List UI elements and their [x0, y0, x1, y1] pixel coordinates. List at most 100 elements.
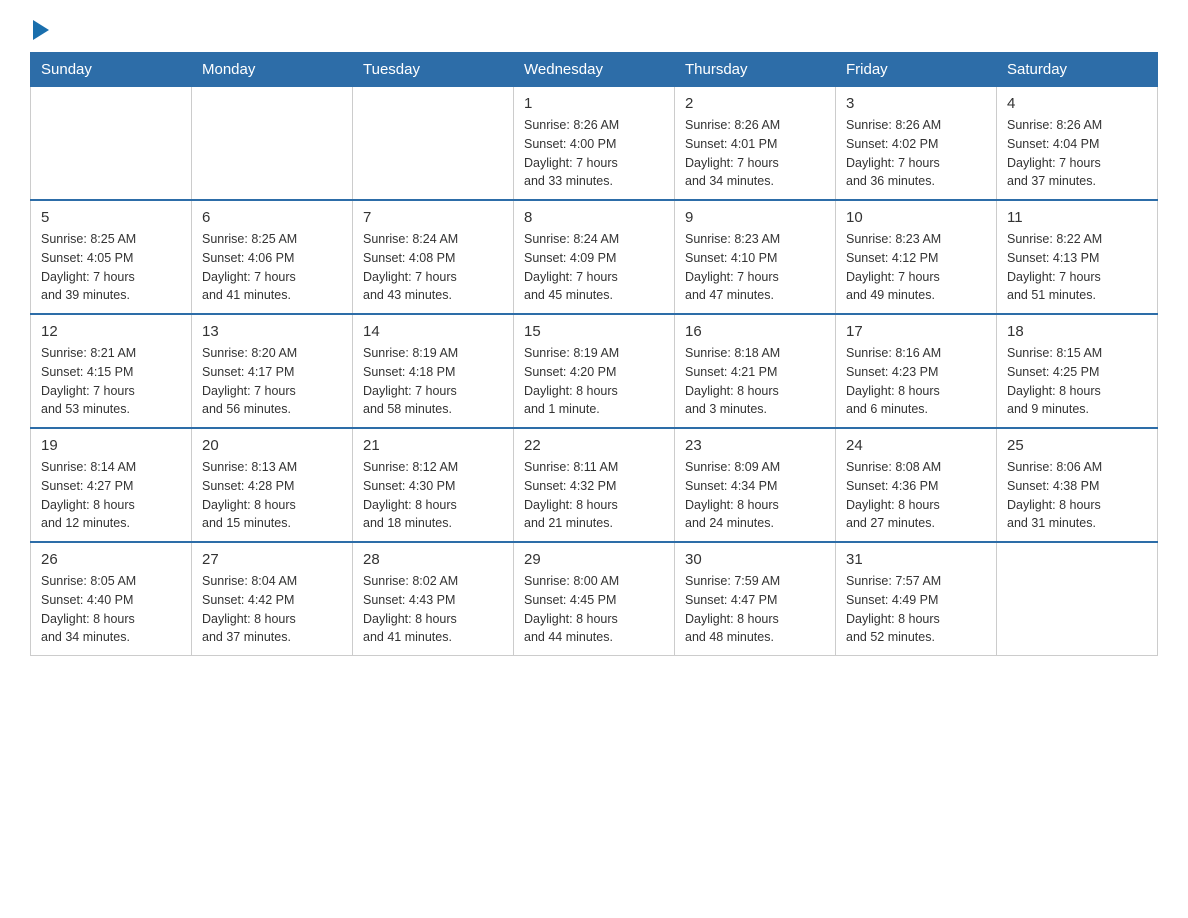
day-number: 21 [363, 437, 503, 454]
day-info: Sunrise: 8:21 AM Sunset: 4:15 PM Dayligh… [41, 344, 181, 419]
calendar-cell: 7 Sunrise: 8:24 AM Sunset: 4:08 PM Daylig… [353, 200, 514, 314]
calendar-cell: 10Sunrise: 8:23 AM Sunset: 4:12 PM Dayli… [836, 200, 997, 314]
day-info: Sunrise: 8:25 AM Sunset: 4:06 PM Dayligh… [202, 230, 342, 305]
calendar-cell: 5 Sunrise: 8:25 AM Sunset: 4:05 PM Daylig… [31, 200, 192, 314]
day-number: 14 [363, 323, 503, 340]
calendar-cell: 13 Sunrise: 8:20 AM Sunset: 4:17 PM Dayli… [192, 314, 353, 428]
calendar-week-1: 1 Sunrise: 8:26 AM Sunset: 4:00 PM Daylig… [31, 87, 1158, 201]
day-number: 9 [685, 209, 825, 226]
day-number: 15 [524, 323, 664, 340]
header-monday: Monday [192, 53, 353, 87]
calendar-cell: 21 Sunrise: 8:12 AM Sunset: 4:30 PM Dayli… [353, 428, 514, 542]
calendar-cell: 19 Sunrise: 8:14 AM Sunset: 4:27 PM Dayli… [31, 428, 192, 542]
day-info: Sunrise: 8:15 AM Sunset: 4:25 PM Dayligh… [1007, 344, 1147, 419]
calendar-cell: 16Sunrise: 8:18 AM Sunset: 4:21 PM Dayli… [675, 314, 836, 428]
day-info: Sunrise: 8:08 AM Sunset: 4:36 PM Dayligh… [846, 458, 986, 533]
calendar-cell: 14 Sunrise: 8:19 AM Sunset: 4:18 PM Dayli… [353, 314, 514, 428]
day-number: 11 [1007, 209, 1147, 226]
calendar-week-5: 26 Sunrise: 8:05 AM Sunset: 4:40 PM Dayli… [31, 542, 1158, 656]
day-info: Sunrise: 8:24 AM Sunset: 4:08 PM Dayligh… [363, 230, 503, 305]
day-info: Sunrise: 7:59 AM Sunset: 4:47 PM Dayligh… [685, 572, 825, 647]
calendar-table: SundayMondayTuesdayWednesdayThursdayFrid… [30, 52, 1158, 656]
calendar-cell: 8 Sunrise: 8:24 AM Sunset: 4:09 PM Daylig… [514, 200, 675, 314]
logo-triangle-icon [33, 20, 49, 40]
day-number: 18 [1007, 323, 1147, 340]
day-number: 12 [41, 323, 181, 340]
day-info: Sunrise: 8:25 AM Sunset: 4:05 PM Dayligh… [41, 230, 181, 305]
day-number: 1 [524, 95, 664, 112]
day-number: 5 [41, 209, 181, 226]
calendar-cell: 20 Sunrise: 8:13 AM Sunset: 4:28 PM Dayli… [192, 428, 353, 542]
calendar-cell: 12 Sunrise: 8:21 AM Sunset: 4:15 PM Dayli… [31, 314, 192, 428]
day-number: 28 [363, 551, 503, 568]
calendar-cell [192, 87, 353, 201]
day-number: 17 [846, 323, 986, 340]
day-info: Sunrise: 8:26 AM Sunset: 4:01 PM Dayligh… [685, 116, 825, 191]
day-info: Sunrise: 8:06 AM Sunset: 4:38 PM Dayligh… [1007, 458, 1147, 533]
day-number: 24 [846, 437, 986, 454]
day-number: 19 [41, 437, 181, 454]
day-info: Sunrise: 8:14 AM Sunset: 4:27 PM Dayligh… [41, 458, 181, 533]
header-thursday: Thursday [675, 53, 836, 87]
day-info: Sunrise: 8:13 AM Sunset: 4:28 PM Dayligh… [202, 458, 342, 533]
day-number: 31 [846, 551, 986, 568]
calendar-cell: 1 Sunrise: 8:26 AM Sunset: 4:00 PM Daylig… [514, 87, 675, 201]
calendar-header-row: SundayMondayTuesdayWednesdayThursdayFrid… [31, 53, 1158, 87]
day-info: Sunrise: 8:02 AM Sunset: 4:43 PM Dayligh… [363, 572, 503, 647]
calendar-cell: 30 Sunrise: 7:59 AM Sunset: 4:47 PM Dayli… [675, 542, 836, 656]
calendar-cell: 22 Sunrise: 8:11 AM Sunset: 4:32 PM Dayli… [514, 428, 675, 542]
day-info: Sunrise: 8:09 AM Sunset: 4:34 PM Dayligh… [685, 458, 825, 533]
day-info: Sunrise: 8:19 AM Sunset: 4:18 PM Dayligh… [363, 344, 503, 419]
calendar-week-2: 5 Sunrise: 8:25 AM Sunset: 4:05 PM Daylig… [31, 200, 1158, 314]
day-info: Sunrise: 8:00 AM Sunset: 4:45 PM Dayligh… [524, 572, 664, 647]
day-info: Sunrise: 8:22 AM Sunset: 4:13 PM Dayligh… [1007, 230, 1147, 305]
day-info: Sunrise: 8:04 AM Sunset: 4:42 PM Dayligh… [202, 572, 342, 647]
header-friday: Friday [836, 53, 997, 87]
calendar-cell: 24 Sunrise: 8:08 AM Sunset: 4:36 PM Dayli… [836, 428, 997, 542]
day-info: Sunrise: 8:16 AM Sunset: 4:23 PM Dayligh… [846, 344, 986, 419]
day-info: Sunrise: 8:26 AM Sunset: 4:02 PM Dayligh… [846, 116, 986, 191]
day-number: 10 [846, 209, 986, 226]
page-header [30, 20, 1158, 42]
header-sunday: Sunday [31, 53, 192, 87]
day-number: 30 [685, 551, 825, 568]
day-info: Sunrise: 8:20 AM Sunset: 4:17 PM Dayligh… [202, 344, 342, 419]
day-info: Sunrise: 8:12 AM Sunset: 4:30 PM Dayligh… [363, 458, 503, 533]
header-saturday: Saturday [997, 53, 1158, 87]
day-number: 4 [1007, 95, 1147, 112]
calendar-cell: 4 Sunrise: 8:26 AM Sunset: 4:04 PM Daylig… [997, 87, 1158, 201]
day-number: 23 [685, 437, 825, 454]
calendar-cell: 29 Sunrise: 8:00 AM Sunset: 4:45 PM Dayli… [514, 542, 675, 656]
day-number: 16 [685, 323, 825, 340]
calendar-cell: 23 Sunrise: 8:09 AM Sunset: 4:34 PM Dayli… [675, 428, 836, 542]
day-number: 22 [524, 437, 664, 454]
day-number: 20 [202, 437, 342, 454]
day-info: Sunrise: 8:26 AM Sunset: 4:00 PM Dayligh… [524, 116, 664, 191]
day-number: 8 [524, 209, 664, 226]
day-info: Sunrise: 8:11 AM Sunset: 4:32 PM Dayligh… [524, 458, 664, 533]
calendar-cell: 26 Sunrise: 8:05 AM Sunset: 4:40 PM Dayli… [31, 542, 192, 656]
day-info: Sunrise: 8:19 AM Sunset: 4:20 PM Dayligh… [524, 344, 664, 419]
calendar-cell: 31Sunrise: 7:57 AM Sunset: 4:49 PM Dayli… [836, 542, 997, 656]
day-number: 27 [202, 551, 342, 568]
calendar-cell: 9Sunrise: 8:23 AM Sunset: 4:10 PM Daylig… [675, 200, 836, 314]
calendar-cell: 11 Sunrise: 8:22 AM Sunset: 4:13 PM Dayli… [997, 200, 1158, 314]
calendar-cell: 2Sunrise: 8:26 AM Sunset: 4:01 PM Daylig… [675, 87, 836, 201]
day-number: 6 [202, 209, 342, 226]
day-number: 7 [363, 209, 503, 226]
calendar-week-3: 12 Sunrise: 8:21 AM Sunset: 4:15 PM Dayli… [31, 314, 1158, 428]
day-info: Sunrise: 8:05 AM Sunset: 4:40 PM Dayligh… [41, 572, 181, 647]
calendar-week-4: 19 Sunrise: 8:14 AM Sunset: 4:27 PM Dayli… [31, 428, 1158, 542]
header-tuesday: Tuesday [353, 53, 514, 87]
day-number: 29 [524, 551, 664, 568]
day-info: Sunrise: 8:24 AM Sunset: 4:09 PM Dayligh… [524, 230, 664, 305]
day-number: 26 [41, 551, 181, 568]
calendar-cell [997, 542, 1158, 656]
logo [30, 20, 49, 42]
calendar-cell: 15 Sunrise: 8:19 AM Sunset: 4:20 PM Dayli… [514, 314, 675, 428]
calendar-cell: 3 Sunrise: 8:26 AM Sunset: 4:02 PM Daylig… [836, 87, 997, 201]
day-info: Sunrise: 8:26 AM Sunset: 4:04 PM Dayligh… [1007, 116, 1147, 191]
day-number: 3 [846, 95, 986, 112]
day-number: 13 [202, 323, 342, 340]
calendar-cell: 17 Sunrise: 8:16 AM Sunset: 4:23 PM Dayli… [836, 314, 997, 428]
